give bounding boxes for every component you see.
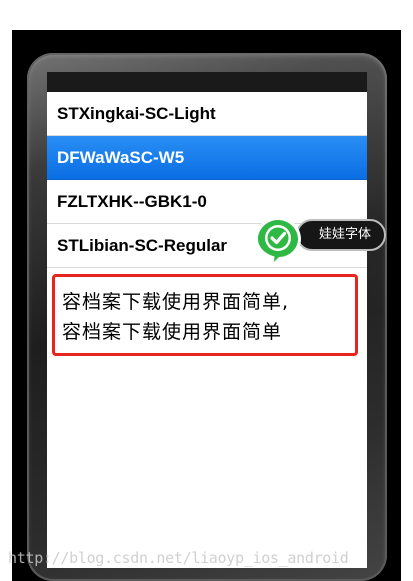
- device-screen: STXingkai-SC-Light DFWaWaSC-W5 FZLTXHK--…: [47, 72, 367, 568]
- font-row-fzltxhk[interactable]: FZLTXHK--GBK1-0: [47, 180, 367, 224]
- preview-text-line-1: 容档案下载使用界面简单,: [62, 291, 290, 313]
- font-row-dfwawa[interactable]: DFWaWaSC-W5: [47, 136, 367, 180]
- checkmark-icon: [255, 217, 301, 267]
- status-bar: [47, 72, 367, 92]
- screenshot-canvas: STXingkai-SC-Light DFWaWaSC-W5 FZLTXHK--…: [0, 0, 413, 581]
- font-row-stxingkai[interactable]: STXingkai-SC-Light: [47, 92, 367, 136]
- font-preview-box: 容档案下载使用界面简单, 容档案下载使用界面简单: [52, 274, 358, 356]
- watermark-url: http://blog.csdn.net/liaoyp_ios_android: [8, 549, 349, 567]
- font-name-tooltip: 娃娃字体: [296, 219, 386, 251]
- preview-text-line-2: 容档案下载使用界面简单: [62, 321, 283, 343]
